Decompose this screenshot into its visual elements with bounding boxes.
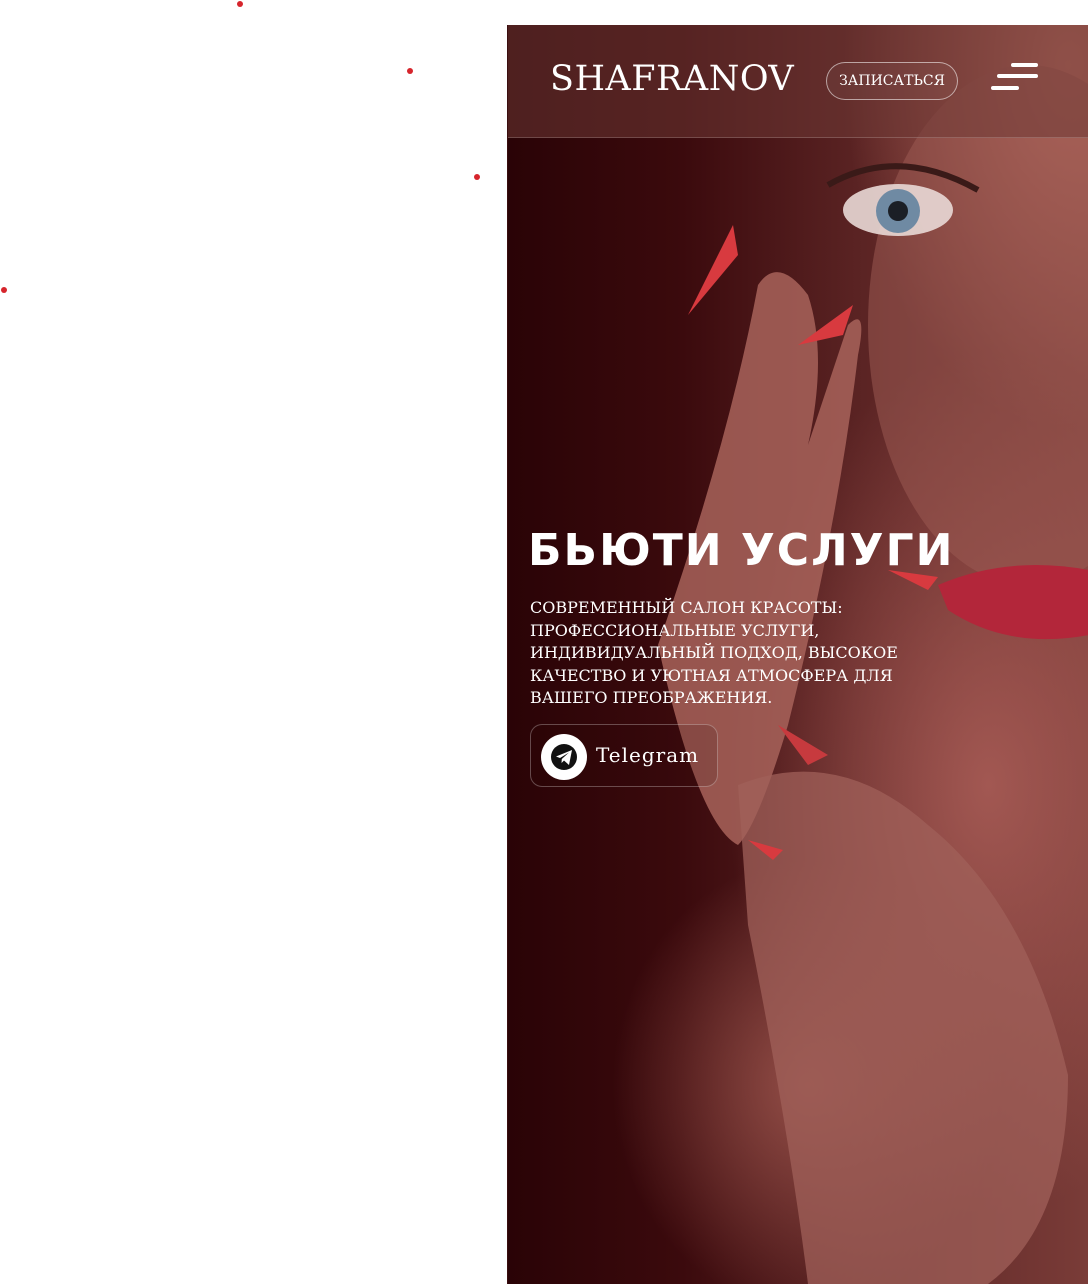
hero-title: БЬЮТИ УСЛУГИ — [528, 525, 955, 576]
hero-description: Современный салон красоты: профессиональ… — [530, 598, 898, 707]
book-appointment-button[interactable]: ЗАПИСАТЬСЯ — [826, 62, 958, 100]
decor-dot — [407, 68, 413, 74]
site-header: SHAFRANOV ЗАПИСАТЬСЯ — [508, 25, 1088, 138]
decor-dot — [1, 287, 7, 293]
telegram-icon — [541, 734, 587, 780]
telegram-label: Telegram — [596, 743, 700, 767]
mobile-preview: SHAFRANOV ЗАПИСАТЬСЯ БЬЮТИ УСЛУГИ Соврем… — [507, 25, 1088, 1284]
decor-dot — [237, 1, 243, 7]
hamburger-menu-icon[interactable] — [991, 62, 1041, 96]
decor-dot — [474, 174, 480, 180]
telegram-button[interactable]: Telegram — [530, 724, 718, 787]
brand-logo[interactable]: SHAFRANOV — [550, 59, 794, 99]
